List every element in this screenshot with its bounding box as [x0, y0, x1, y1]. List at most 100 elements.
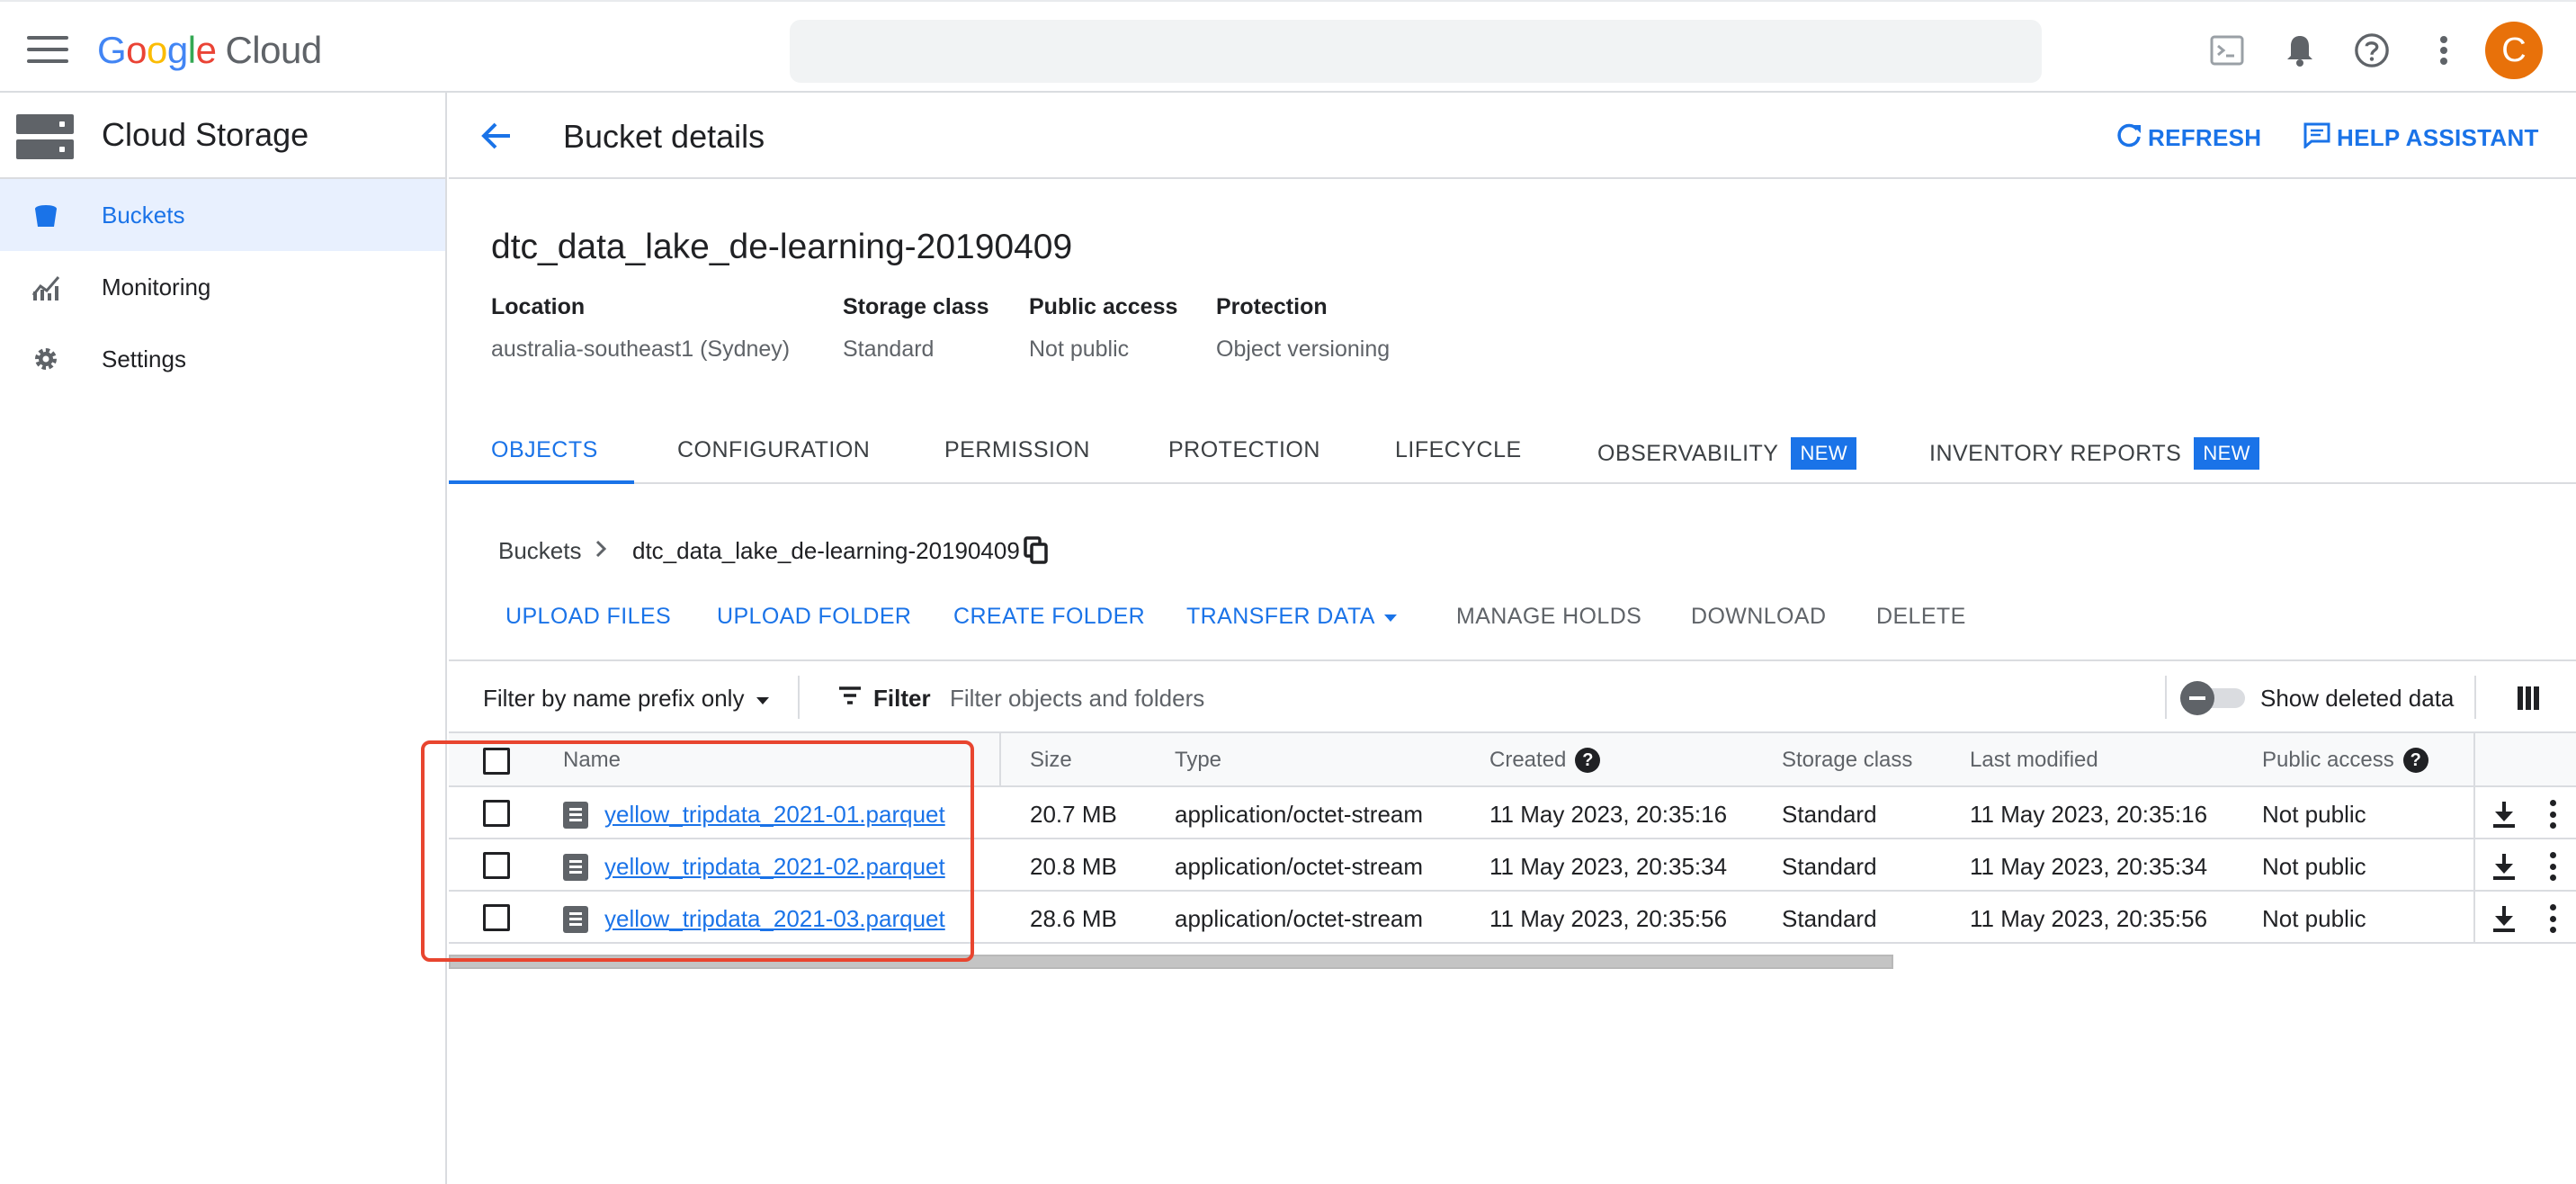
tab-inventory-reports[interactable]: INVENTORY REPORTS NEW	[1929, 437, 2259, 470]
tab-lifecycle[interactable]: LIFECYCLE	[1395, 437, 1522, 463]
notifications-bell-icon[interactable]	[2282, 32, 2318, 68]
sidebar-item-settings[interactable]: Settings	[0, 323, 445, 395]
file-icon	[563, 906, 588, 933]
tab-label: INVENTORY REPORTS	[1929, 440, 2182, 466]
upload-folder-button[interactable]: UPLOAD FOLDER	[717, 604, 911, 630]
monitoring-icon	[31, 272, 61, 302]
help-icon[interactable]: ?	[2402, 748, 2428, 773]
divider	[2474, 676, 2476, 719]
filter-mode-label: Filter by name prefix only	[483, 685, 745, 712]
tab-label: PERMISSION	[944, 437, 1090, 462]
main-menu-icon[interactable]	[27, 36, 68, 63]
sidebar-item-label: Buckets	[102, 201, 185, 229]
table-row[interactable]: yellow_tripdata_2021-02.parquet 20.8 MB …	[449, 839, 2576, 892]
logo-suffix: Cloud	[225, 29, 322, 71]
horizontal-scrollbar[interactable]	[449, 955, 1893, 969]
logo-letter: e	[195, 29, 217, 71]
refresh-label: REFRESH	[2148, 124, 2262, 151]
object-created: 11 May 2023, 20:35:34	[1489, 853, 1728, 880]
bucket-icon	[31, 200, 61, 230]
more-vert-icon[interactable]	[2550, 904, 2557, 933]
manage-holds-button[interactable]: MANAGE HOLDS	[1456, 604, 1641, 630]
breadcrumb-buckets[interactable]: Buckets	[498, 537, 582, 565]
object-last-modified: 11 May 2023, 20:35:16	[1970, 801, 2208, 828]
object-storage-class: Standard	[1782, 801, 1877, 828]
object-name-link[interactable]: yellow_tripdata_2021-02.parquet	[604, 853, 945, 881]
logo-letter: o	[147, 29, 167, 71]
copy-icon[interactable]	[1024, 536, 1049, 565]
download-icon[interactable]	[2491, 904, 2518, 933]
object-size: 20.7 MB	[1030, 801, 1117, 828]
chat-icon	[2303, 121, 2331, 155]
tab-objects[interactable]: OBJECTS	[491, 437, 598, 463]
create-folder-button[interactable]: CREATE FOLDER	[953, 604, 1145, 630]
row-checkbox[interactable]	[483, 800, 510, 827]
object-public-access: Not public	[2262, 801, 2366, 828]
protection-label: Protection	[1216, 294, 1328, 319]
column-header-size[interactable]: Size	[1030, 748, 1072, 773]
table-row[interactable]: yellow_tripdata_2021-01.parquet 20.7 MB …	[449, 787, 2576, 839]
help-icon[interactable]	[2354, 32, 2390, 68]
object-public-access: Not public	[2262, 853, 2366, 880]
public-access-value: Not public	[1029, 336, 1130, 362]
transfer-data-button[interactable]: TRANSFER DATA	[1186, 604, 1399, 630]
download-button[interactable]: DOWNLOAD	[1691, 604, 1826, 630]
object-name-link[interactable]: yellow_tripdata_2021-03.parquet	[604, 905, 945, 933]
object-created: 11 May 2023, 20:35:56	[1489, 905, 1728, 932]
refresh-button[interactable]: REFRESH	[2115, 121, 2261, 155]
download-icon[interactable]	[2491, 852, 2518, 881]
page-header: Bucket details REFRESH HELP ASSISTANT	[449, 93, 2576, 179]
object-name-link[interactable]: yellow_tripdata_2021-01.parquet	[604, 801, 945, 829]
storage-class-value: Standard	[843, 336, 935, 362]
help-icon[interactable]: ?	[1575, 748, 1601, 773]
upload-files-button[interactable]: UPLOAD FILES	[505, 604, 671, 630]
delete-button[interactable]: DELETE	[1876, 604, 1966, 630]
google-cloud-logo[interactable]: Google Cloud	[97, 29, 322, 72]
column-header-name[interactable]: Name	[563, 748, 621, 773]
filter-input[interactable]: Filter objects and folders	[950, 685, 1204, 713]
filter-button[interactable]: Filter	[837, 685, 931, 713]
sidebar-item-monitoring[interactable]: Monitoring	[0, 251, 445, 323]
more-vert-icon[interactable]	[2550, 800, 2557, 829]
column-header-public-access[interactable]: Public access ?	[2262, 748, 2428, 773]
account-avatar[interactable]: C	[2485, 22, 2543, 79]
dropdown-arrow-icon	[755, 685, 771, 713]
column-header-label: Public access	[2262, 748, 2394, 772]
row-checkbox[interactable]	[483, 904, 510, 931]
help-assistant-button[interactable]: HELP ASSISTANT	[2303, 121, 2539, 155]
tab-label: OBJECTS	[491, 437, 598, 462]
object-type: application/octet-stream	[1175, 905, 1424, 932]
logo-letter: G	[97, 29, 127, 71]
select-all-checkbox[interactable]	[483, 748, 510, 775]
tab-protection[interactable]: PROTECTION	[1168, 437, 1320, 463]
more-options-icon[interactable]	[2426, 32, 2462, 68]
object-last-modified: 11 May 2023, 20:35:34	[1970, 853, 2208, 880]
object-storage-class: Standard	[1782, 905, 1877, 932]
column-display-icon[interactable]	[2518, 686, 2539, 710]
column-header-storage-class[interactable]: Storage class	[1782, 748, 1912, 773]
filter-mode-select[interactable]: Filter by name prefix only	[483, 685, 771, 713]
tab-label: LIFECYCLE	[1395, 437, 1522, 462]
show-deleted-toggle[interactable]	[2180, 681, 2245, 715]
more-vert-icon[interactable]	[2550, 852, 2557, 881]
location-value: australia-southeast1 (Sydney)	[491, 336, 791, 362]
row-checkbox[interactable]	[483, 852, 510, 879]
search-bar[interactable]	[790, 20, 2042, 83]
column-header-created[interactable]: Created ?	[1489, 748, 1601, 773]
tab-observability[interactable]: OBSERVABILITY NEW	[1597, 437, 1857, 470]
column-header-last-modified[interactable]: Last modified	[1970, 748, 2098, 773]
sidebar-item-buckets[interactable]: Buckets	[0, 179, 445, 251]
tab-configuration[interactable]: CONFIGURATION	[677, 437, 870, 463]
download-icon[interactable]	[2491, 800, 2518, 829]
top-bar: Google Cloud C	[0, 0, 2576, 93]
object-storage-class: Standard	[1782, 853, 1877, 880]
table-row[interactable]: yellow_tripdata_2021-03.parquet 28.6 MB …	[449, 892, 2576, 944]
filter-bar: Filter by name prefix only Filter Filter…	[449, 659, 2576, 733]
product-title: Cloud Storage	[102, 116, 309, 153]
tab-permission[interactable]: PERMISSION	[944, 437, 1090, 463]
back-arrow-icon[interactable]	[479, 118, 515, 154]
object-last-modified: 11 May 2023, 20:35:56	[1970, 905, 2208, 932]
divider	[798, 676, 800, 719]
cloud-shell-icon[interactable]	[2209, 32, 2245, 68]
column-header-type[interactable]: Type	[1175, 748, 1221, 773]
